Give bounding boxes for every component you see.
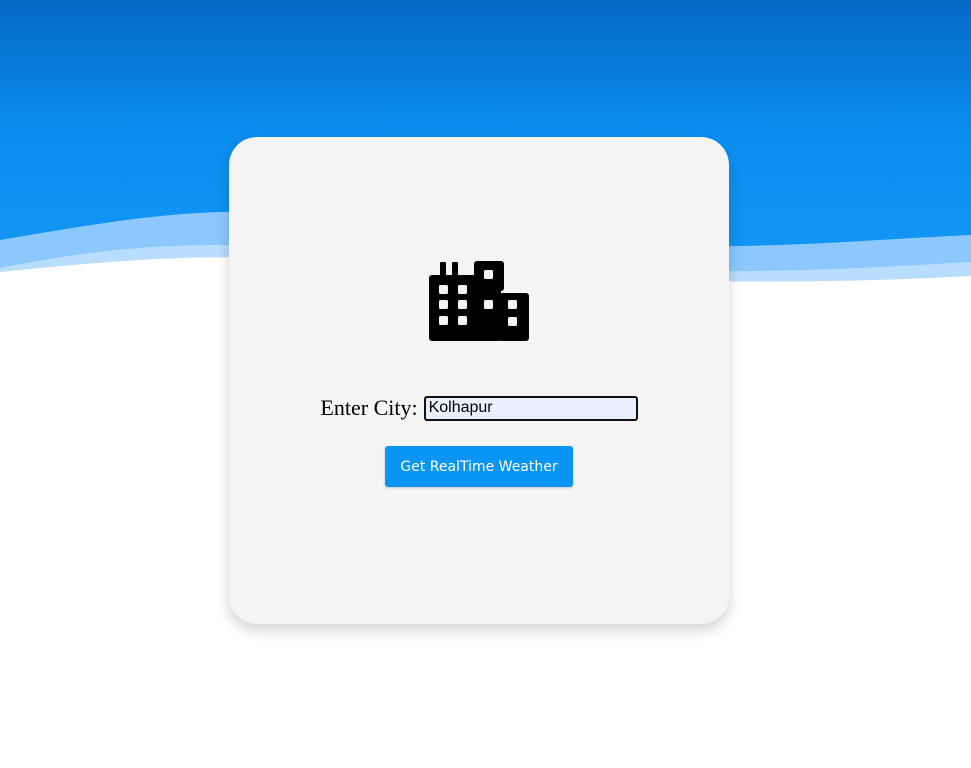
city-form-row: Enter City: [229, 395, 729, 421]
city-label: Enter City: [320, 395, 418, 420]
building-icon [429, 261, 529, 341]
city-input[interactable] [423, 395, 638, 421]
get-weather-button[interactable]: Get RealTime Weather [385, 446, 573, 487]
weather-card: Enter City: Get RealTime Weather [229, 137, 729, 624]
